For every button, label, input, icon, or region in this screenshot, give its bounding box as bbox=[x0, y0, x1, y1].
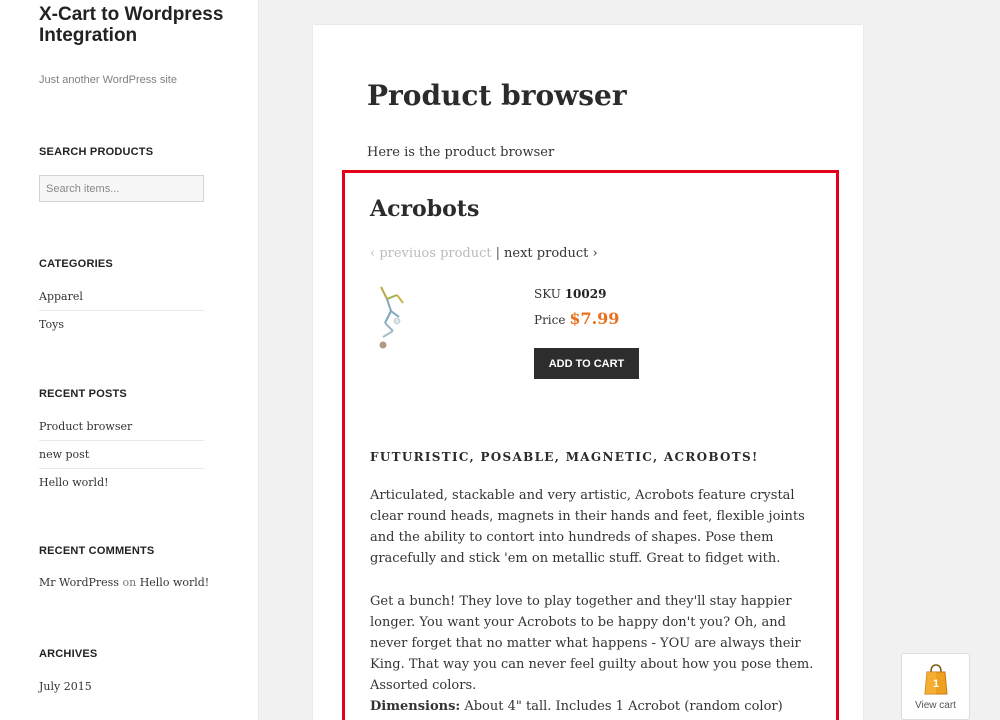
next-product-link[interactable]: next product › bbox=[504, 246, 598, 261]
recent-comment: Mr WordPress on Hello world! bbox=[39, 576, 209, 589]
categories-widget-title: CATEGORIES bbox=[39, 258, 113, 270]
recent-comments-widget-title: RECENT COMMENTS bbox=[39, 545, 155, 557]
view-cart-button[interactable]: 1 View cart bbox=[901, 653, 970, 720]
sku-value: 10029 bbox=[564, 287, 607, 301]
comment-on-text: on bbox=[122, 576, 137, 589]
sku-label: SKU bbox=[534, 287, 561, 301]
description-heading: FUTURISTIC, POSABLE, MAGNETIC, ACROBOTS! bbox=[370, 450, 759, 464]
recent-post-link[interactable]: Hello world! bbox=[39, 468, 204, 496]
categories-list: Apparel Toys bbox=[39, 283, 204, 338]
previous-product-link[interactable]: ‹ previuos product bbox=[370, 246, 492, 261]
search-input[interactable] bbox=[39, 175, 204, 202]
category-link-apparel[interactable]: Apparel bbox=[39, 283, 204, 310]
price-label: Price bbox=[534, 313, 566, 327]
shopping-bag-icon: 1 bbox=[924, 664, 948, 695]
category-link-toys[interactable]: Toys bbox=[39, 310, 204, 338]
recent-post-link[interactable]: Product browser bbox=[39, 413, 204, 440]
comment-post-link[interactable]: Hello world! bbox=[140, 576, 210, 589]
nav-separator: | bbox=[495, 246, 501, 261]
page-intro: Here is the product browser bbox=[367, 145, 555, 160]
product-price: Price $7.99 bbox=[534, 309, 619, 328]
product-sku: SKU 10029 bbox=[534, 287, 606, 301]
archive-link[interactable]: July 2015 bbox=[39, 673, 204, 700]
product-browser-highlight: Acrobots ‹ previuos product | next product… bbox=[342, 170, 839, 720]
price-value: $7.99 bbox=[569, 309, 620, 328]
sidebar: X-Cart to Wordpress Integration Just ano… bbox=[0, 0, 259, 720]
site-title[interactable]: X-Cart to Wordpress Integration bbox=[39, 4, 239, 46]
search-widget-title: SEARCH PRODUCTS bbox=[39, 146, 154, 158]
recent-posts-list: Product browser new post Hello world! bbox=[39, 413, 204, 496]
add-to-cart-button[interactable]: ADD TO CART bbox=[534, 348, 639, 379]
recent-post-link[interactable]: new post bbox=[39, 440, 204, 468]
cart-count: 1 bbox=[933, 678, 939, 690]
description-paragraph: Articulated, stackable and very artistic… bbox=[370, 488, 805, 566]
archives-widget-title: ARCHIVES bbox=[39, 648, 98, 660]
page-title: Product browser bbox=[367, 79, 627, 112]
dimensions-paragraph: Dimensions: About 4" tall. Includes 1 Ac… bbox=[370, 696, 815, 720]
product-name: Acrobots bbox=[370, 196, 480, 222]
product-navigation: ‹ previuos product | next product › bbox=[370, 246, 598, 261]
description-paragraph: Get a bunch! They love to play together … bbox=[370, 594, 814, 693]
archives-list: July 2015 bbox=[39, 673, 204, 700]
comment-author-link[interactable]: Mr WordPress bbox=[39, 576, 119, 589]
product-image[interactable] bbox=[373, 283, 413, 349]
dimensions-label: Dimensions: bbox=[370, 699, 461, 714]
recent-posts-widget-title: RECENT POSTS bbox=[39, 388, 127, 400]
site-description: Just another WordPress site bbox=[39, 74, 177, 86]
view-cart-label: View cart bbox=[915, 700, 956, 711]
